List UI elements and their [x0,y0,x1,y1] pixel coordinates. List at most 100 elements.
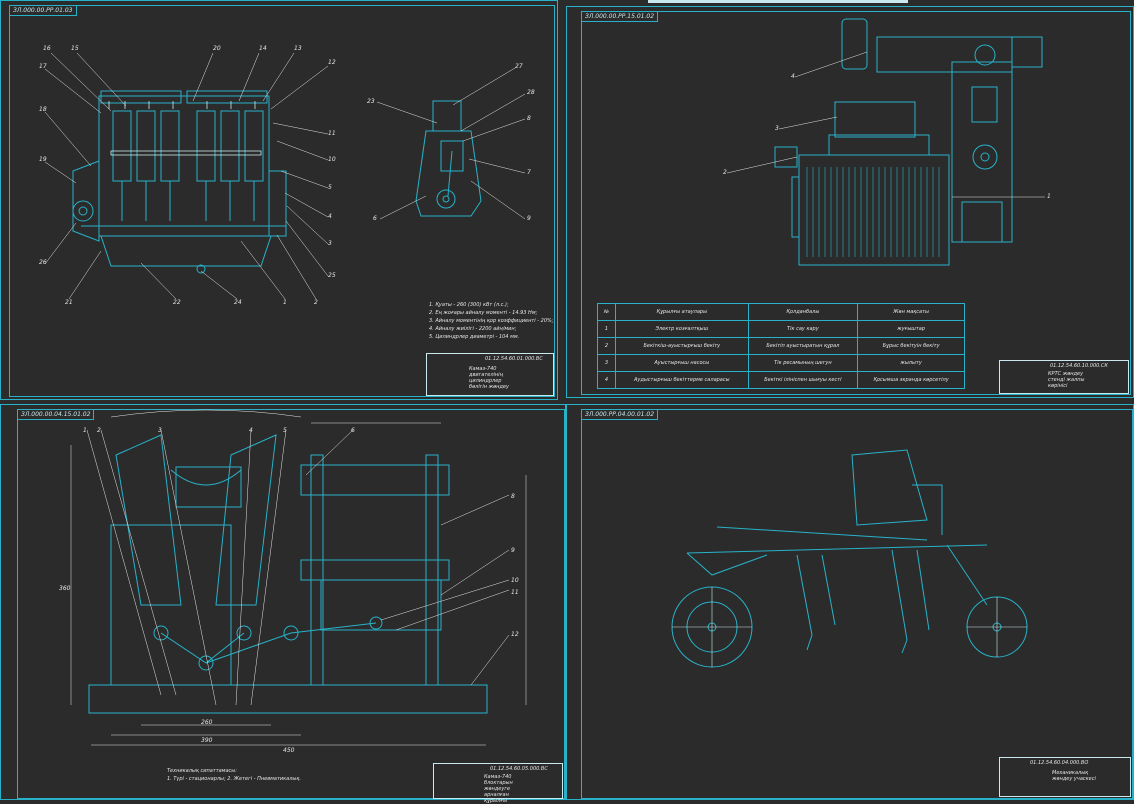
sheet-fixture[interactable]: ЗЛ.000.00.04.15.01.02 1 2 3 4 5 6 8 9 10… [0,404,566,804]
table-cell: Қосымша экранда көрсетілу [857,371,965,389]
table-header-cell: Қолданбалы [747,303,859,321]
engine-callout: 11 [328,130,336,137]
table-cell: Тік ресамының шегун [747,354,859,372]
table-cell: Бұрыс бекітуін бекіту [857,337,965,355]
table-cell: Ауыстырғыш насосы [615,354,749,372]
engine-callout: 4 [328,213,332,220]
engine-title-block: 01.12.54.60.01.000.ВС Камаз-740 двигател… [426,353,554,396]
fixture-callout: 8 [511,493,515,500]
fixture-dim: 450 [283,747,295,754]
engine-callout: 15 [71,45,79,52]
engine-tech-notes: 1. Қуаты - 260 (300) кВт (л.с.); 2. Ең ж… [429,301,553,341]
table-row: 1 Электр козғалтқыш Тік сау кару жуғышта… [597,320,965,338]
engine-callout: 27 [515,63,523,70]
table-header-cell: Құрылғы атаулары [615,303,749,321]
engine-callout: 16 [43,45,51,52]
table-cell: Бекітіп ауыстыратын құрал [747,337,859,355]
table-cell: жылыту [857,354,965,372]
engine-callout: 8 [527,115,531,122]
table-cell: Бекіткі ілініспен шығуы кесті [747,371,859,389]
engine-drawing [44,52,526,300]
note-line: 2. Ең жоғары айналу моменті - 14.93 Нм; [429,310,538,316]
fixture-callout: 1 [83,427,87,434]
fixture-callout: 12 [511,631,519,638]
engine-callout: 10 [328,156,336,163]
title-block-name: Механикалық жөндеу учаскесі [1052,770,1096,782]
fixture-dim: 360 [59,585,71,592]
sheet-engine[interactable]: ЗЛ.000.00.РР.01.03 16 15 20 14 13 12 17 … [0,0,558,400]
fixture-drawing [70,409,527,746]
machine-callout: 4 [791,73,795,80]
fixture-callout: 9 [511,547,515,554]
sheet-machine[interactable]: ЗЛ.000.00.РР.15.01.02 4 3 2 1 № Құрылғы … [566,6,1134,398]
engine-callout: 22 [173,299,181,306]
title-block-name: КРТС жөндеу стенді жалпы көрінісі [1048,371,1085,389]
machine-callout: 3 [775,125,779,132]
fixture-callout: 4 [249,427,253,434]
engine-callout: 9 [527,215,531,222]
fixture-callout: 10 [511,577,519,584]
engine-callout: 7 [527,169,531,176]
machine-spec-table: № Құрылғы атаулары Қолданбалы Жөн мақсат… [597,303,965,389]
top-edge-bar [648,0,908,3]
title-block-name: Камаз-740 двигателінің цилиндрлер бөлігі… [469,366,509,390]
table-cell: 3 [597,354,616,372]
engine-callout: 5 [328,184,332,191]
table-cell: Тік сау кару [747,320,859,338]
note-line: 3. Айналу моментінің қор коэффициенті - … [429,318,554,324]
fixture-callout: 3 [158,427,162,434]
table-cell: 2 [597,337,616,355]
cultivator-title-block: 01.12.54.60.04.000.ВО Механикалық жөндеу… [999,757,1131,797]
fixture-callout: 2 [97,427,101,434]
title-block-code: 01.12.54.60.04.000.ВО [1030,760,1089,766]
engine-callout: 3 [328,240,332,247]
table-cell: 1 [597,320,616,338]
note-line: 5. Цилиндрлер диаметрі - 104 мм. [429,334,520,340]
engine-callout: 6 [373,215,377,222]
fixture-callout: 6 [351,427,355,434]
engine-callout: 25 [328,272,336,279]
table-header-cell: Жөн мақсаты [857,303,965,321]
fixture-title-block: 01.12.54.60.05.000.ВС Камаз-740 блоктары… [433,763,563,804]
cultivator-drawing [671,449,1028,668]
note-line: Техникалық сипаттамасы: [167,768,237,774]
note-line: 4. Айналу жиілігі - 2200 айн/мин; [429,326,517,332]
engine-callout: 23 [367,98,375,105]
fixture-callout: 5 [283,427,287,434]
table-cell: жуғыштар [857,320,965,338]
machine-callout: 1 [1047,193,1051,200]
table-header-cell: № [597,303,616,321]
engine-callout: 24 [234,299,242,306]
fixture-dim: 260 [201,719,213,726]
title-block-code: 01.12.54.60.10.000.СК [1050,363,1108,369]
table-row: 4 Аудыстырғыш бекіттерме саларасы Бекітк… [597,371,965,389]
fixture-dim: 390 [201,737,213,744]
engine-callout: 18 [39,106,47,113]
title-block-code: 01.12.54.60.05.000.ВС [490,766,548,772]
engine-callout: 19 [39,156,47,163]
table-cell: Электр козғалтқыш [615,320,749,338]
engine-callout: 1 [283,299,287,306]
fixture-tech-notes: Техникалық сипаттамасы: 1. Түрі - стацио… [167,767,301,783]
engine-callout: 26 [39,259,47,266]
title-block-code: 01.12.54.60.01.000.ВС [485,356,543,362]
table-cell: Аудыстырғыш бекіттерме саларасы [615,371,749,389]
engine-callout: 12 [328,59,336,66]
engine-callout: 21 [65,299,73,306]
engine-callout: 17 [39,63,47,70]
machine-callout: 2 [723,169,727,176]
machine-title-block: 01.12.54.60.10.000.СК КРТС жөндеу стенді… [999,360,1129,394]
engine-callout: 13 [294,45,302,52]
engine-callout: 14 [259,45,267,52]
table-cell: 4 [597,371,616,389]
table-row: 2 Бекіткіш-ауыстырғыш бекіту Бекітіп ауы… [597,337,965,355]
table-header-row: № Құрылғы атаулары Қолданбалы Жөн мақсат… [597,303,965,321]
engine-callout: 28 [527,89,535,96]
engine-callout: 20 [213,45,221,52]
table-cell: Бекіткіш-ауыстырғыш бекіту [615,337,749,355]
note-line: 1. Қуаты - 260 (300) кВт (л.с.); [429,302,509,308]
note-line: 1. Түрі - стационарлы; 2. Жетегі - Пневм… [167,776,301,782]
engine-callout: 2 [314,299,318,306]
table-row: 3 Ауыстырғыш насосы Тік ресамының шегун … [597,354,965,372]
sheet-cultivator[interactable]: ЗЛ.000.РР.04.00.01.02 01.12.54.60.04.000… [566,404,1134,800]
